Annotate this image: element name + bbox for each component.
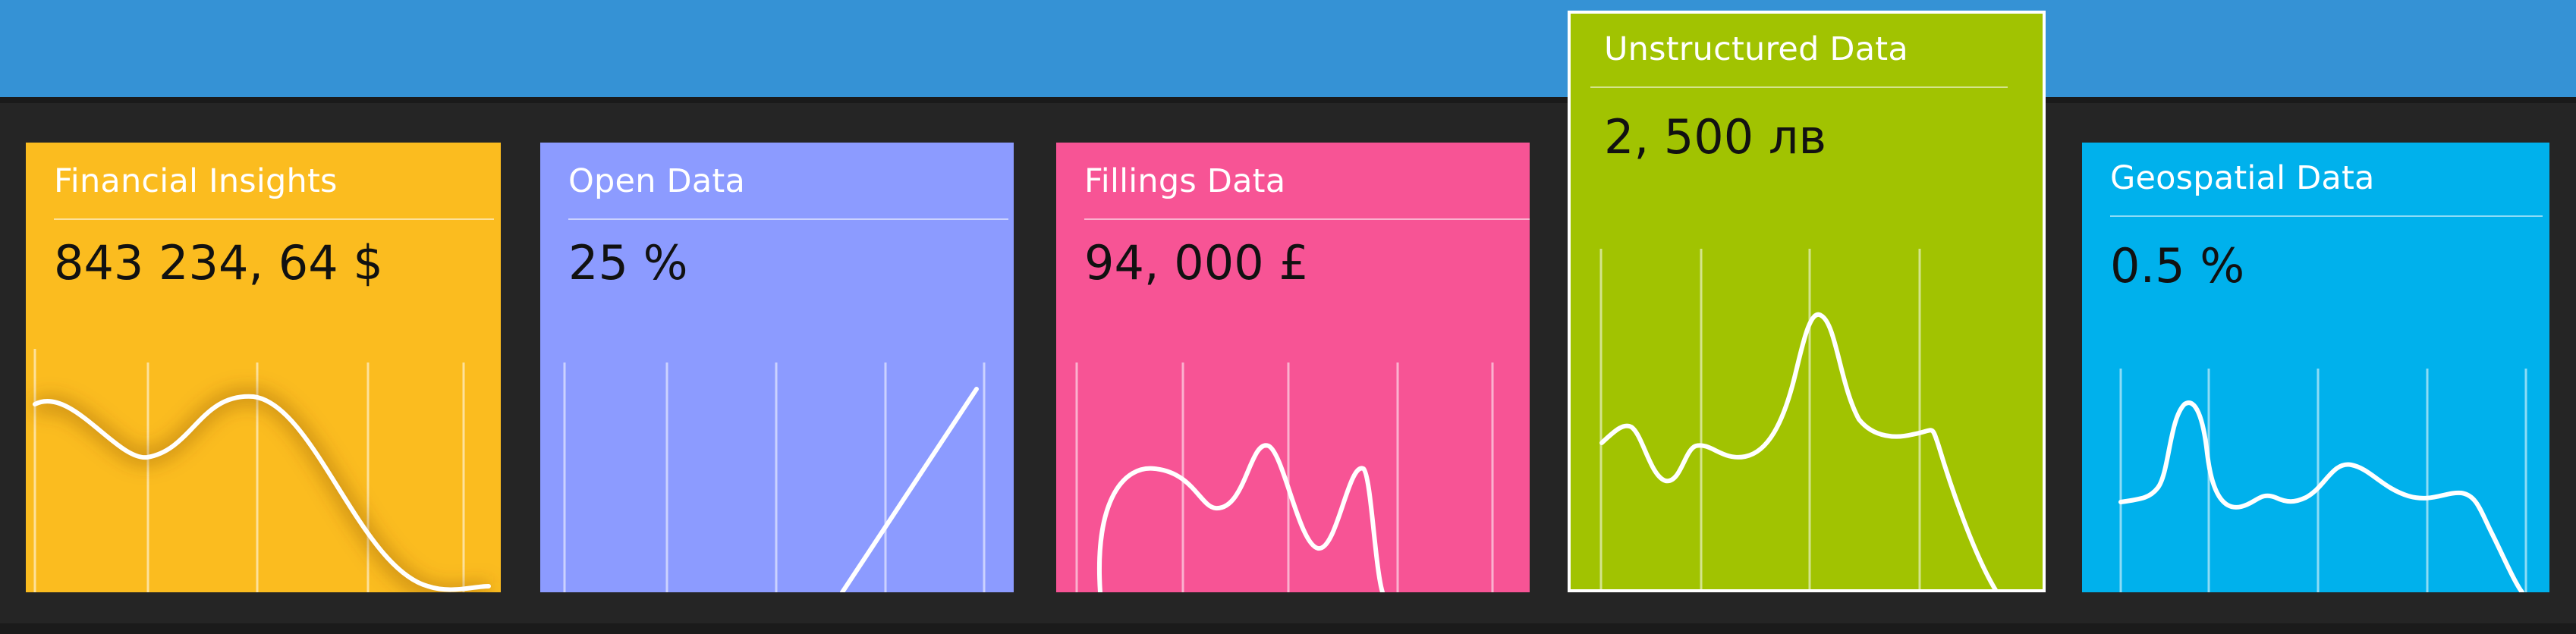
- sparkline: [2118, 400, 2524, 592]
- sparkline: [840, 387, 979, 592]
- sparkline-chart: [30, 349, 491, 592]
- sparkline: [1097, 443, 1385, 592]
- card-open-data[interactable]: Open Data 25 %: [540, 143, 1014, 592]
- card-financial-insights[interactable]: Financial Insights 843 234, 64 $: [26, 143, 501, 592]
- sparkline-chart: [1075, 363, 1494, 592]
- bottom-strip: [0, 623, 2576, 634]
- card-unstructured-data-selected[interactable]: Unstructured Data 2, 500 лв: [1568, 11, 2046, 592]
- sparkline-chart: [1599, 249, 1998, 589]
- top-bar-shadow: [0, 97, 2576, 103]
- top-bar: [0, 0, 2576, 97]
- sparkline-chart: [563, 363, 986, 592]
- sparkline-chart: [2118, 369, 2527, 592]
- card-geospatial-data[interactable]: Geospatial Data 0.5 %: [2082, 143, 2549, 592]
- sparkline: [1599, 312, 1998, 589]
- dashboard: Financial Insights 843 234, 64 $ Open Da…: [0, 0, 2576, 634]
- card-fillings-data[interactable]: Fillings Data 94, 000 £: [1056, 143, 1530, 592]
